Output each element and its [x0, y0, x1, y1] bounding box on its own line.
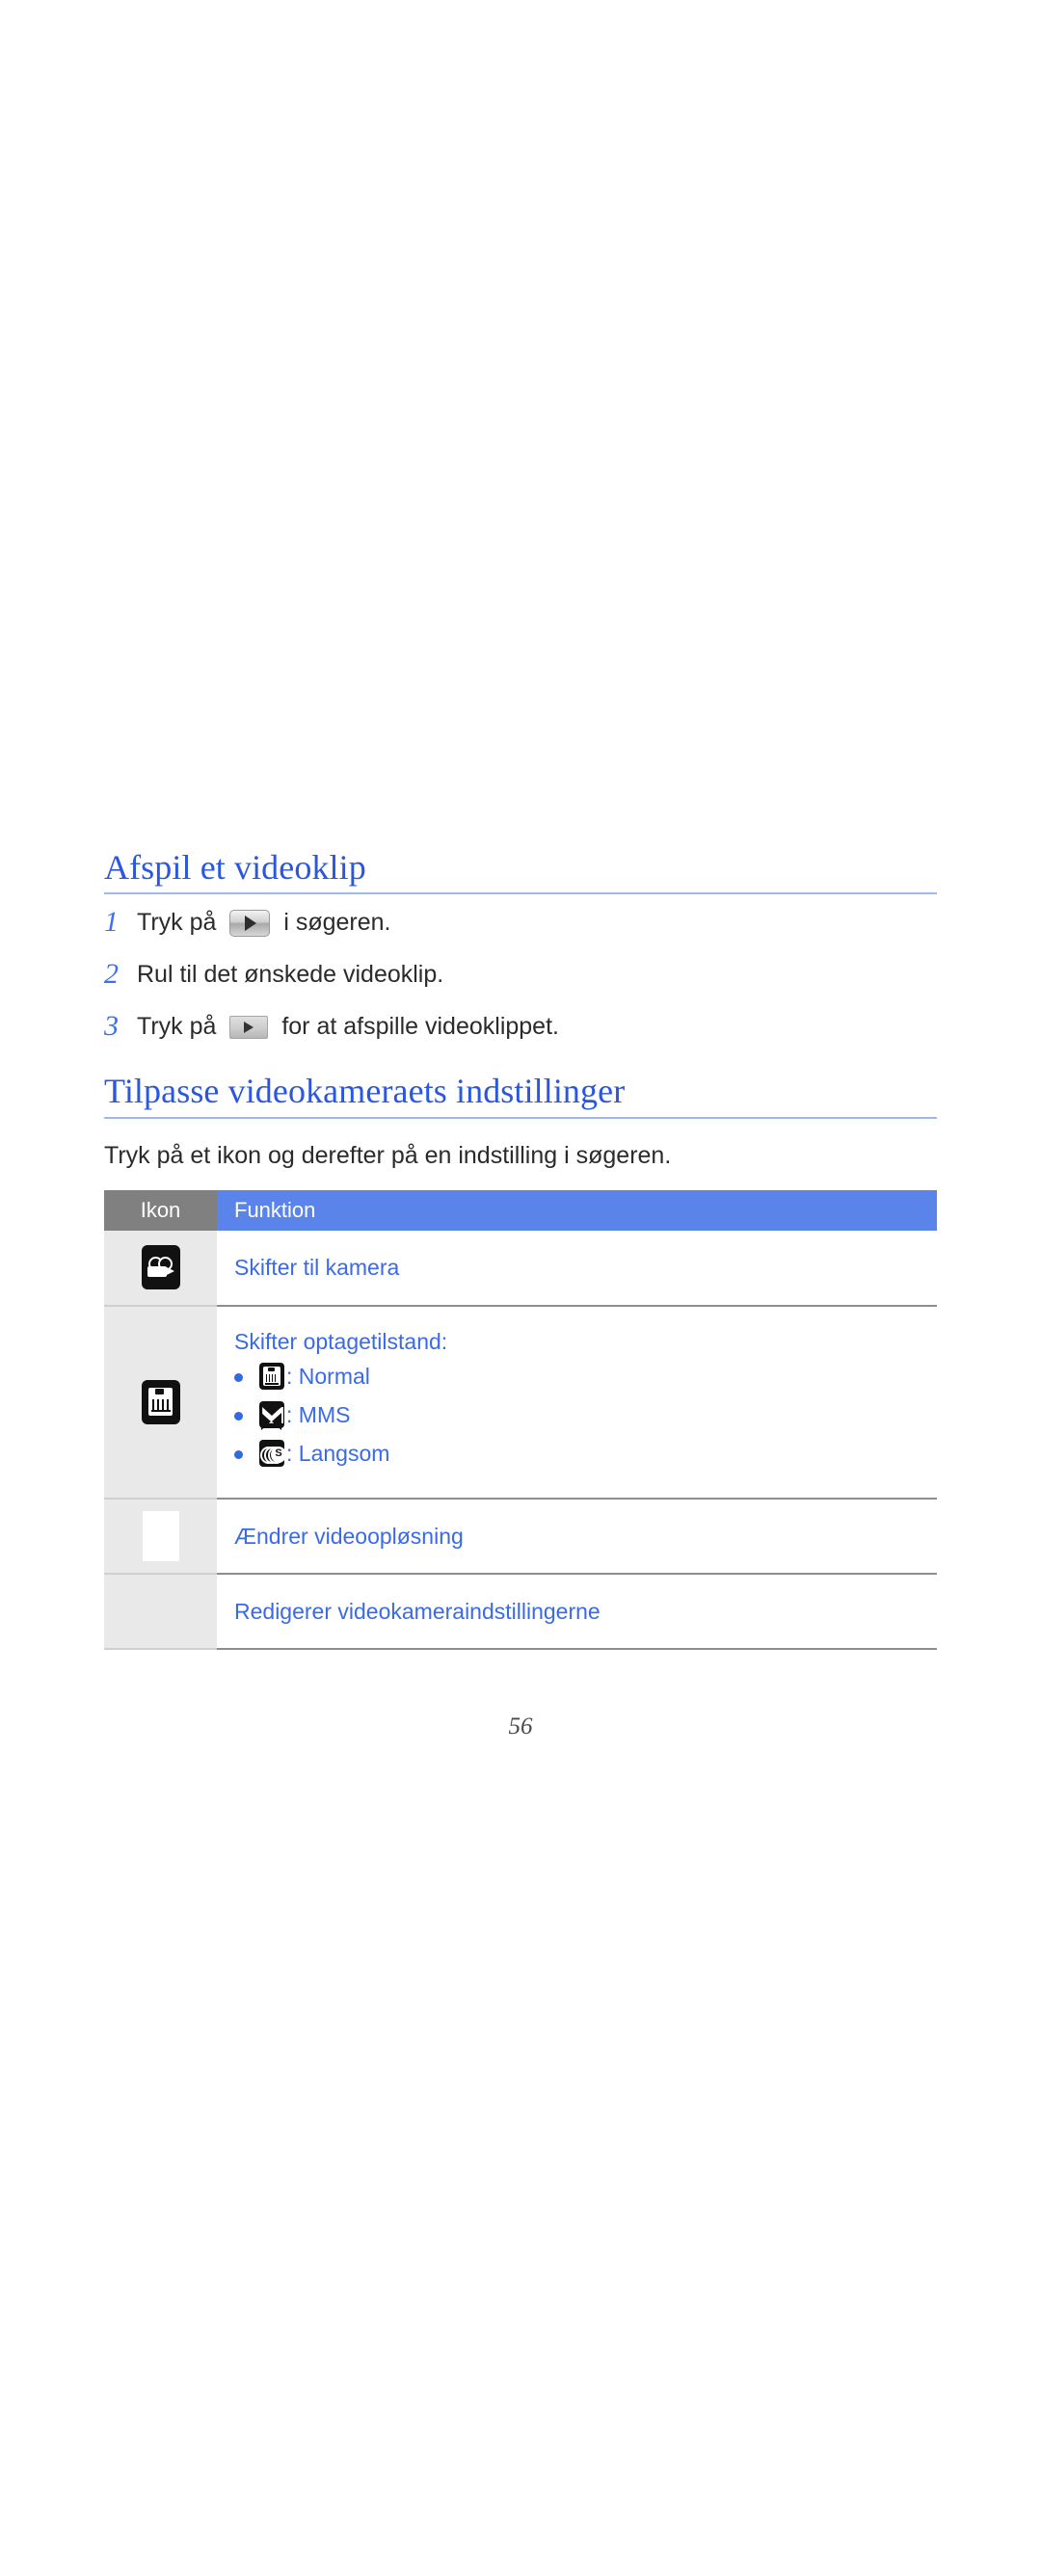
table-row: Redigerer videokameraindstillingerne — [104, 1573, 937, 1650]
bullet-label: : Normal — [286, 1363, 370, 1389]
bullet-label: : MMS — [286, 1401, 351, 1427]
list-item: 3 Tryk på for at afspille videoklippet. — [104, 1012, 937, 1045]
page-title: Tilpasse videokameraets indstillinger — [104, 1072, 626, 1111]
function-cell: Skifter optagetilstand: : Normal: MMS S… — [217, 1305, 937, 1500]
function-text: Ændrer videoopløsning — [234, 1523, 464, 1549]
table-row: Skifter optagetilstand: : Normal: MMS S… — [104, 1305, 937, 1500]
step-text: Tryk på for at afspille videoklippet. — [137, 1012, 559, 1042]
icon-function-table: Ikon Funktion Skifter til kamera Skifter… — [104, 1189, 937, 1650]
play-button-icon — [229, 909, 271, 937]
recording-mode-icon — [141, 1379, 180, 1424]
step-text-after: for at afspille videoklippet. — [275, 1013, 559, 1041]
step-text-before: Tryk på — [137, 909, 224, 937]
function-cell: Redigerer videokameraindstillingerne — [217, 1573, 937, 1650]
list-item: : Normal — [234, 1362, 920, 1391]
settings-icon — [143, 1586, 179, 1636]
play-button-icon — [229, 1015, 269, 1039]
bullet-icon — [234, 1439, 259, 1468]
normal-mode-icon — [259, 1362, 284, 1390]
step-number: 2 — [104, 958, 119, 991]
step-text: Rul til det ønskede videoklip. — [137, 960, 443, 990]
function-text: Redigerer videokameraindstillingerne — [234, 1598, 601, 1624]
step-text-before: Rul til det ønskede videoklip. — [137, 961, 444, 989]
list-item: S : Langsom — [234, 1439, 920, 1468]
function-text: Skifter optagetilstand: — [234, 1328, 448, 1354]
manual-page: Afspil et videoklip 1 Tryk på i søgeren.… — [0, 0, 1041, 2576]
intro-text: Tryk på et ikon og derefter på en indsti… — [104, 1141, 672, 1169]
mms-mode-icon — [259, 1400, 284, 1430]
table-row: Ændrer videoopløsning — [104, 1498, 937, 1575]
bullet-icon — [234, 1362, 259, 1391]
step-text-before: Tryk på — [137, 1013, 224, 1041]
icon-cell — [104, 1230, 217, 1307]
mode-bullet-list: : Normal : MMS S: Langsom — [234, 1362, 920, 1468]
bullet-label: : Langsom — [286, 1440, 390, 1466]
step-number: 1 — [104, 906, 119, 939]
slow-mode-icon: S — [259, 1439, 286, 1467]
icon-cell — [104, 1573, 217, 1650]
camcorder-icon — [141, 1245, 180, 1290]
page-number: 56 — [508, 1713, 533, 1739]
column-header-icon: Ikon — [104, 1189, 217, 1231]
table-row: Skifter til kamera — [104, 1230, 937, 1307]
table-header-row: Ikon Funktion — [104, 1189, 937, 1231]
heading-divider — [104, 892, 937, 895]
page-content: Afspil et videoklip 1 Tryk på i søgeren.… — [104, 848, 937, 1650]
function-text: Skifter til kamera — [234, 1255, 400, 1281]
list-item: : MMS — [234, 1400, 920, 1430]
list-item: 1 Tryk på i søgeren. — [104, 908, 937, 941]
page-title: Afspil et videoklip — [104, 848, 366, 887]
icon-cell — [104, 1305, 217, 1500]
step-number: 3 — [104, 1010, 119, 1043]
column-header-function: Funktion — [217, 1189, 937, 1231]
step-text-after: i søgeren. — [277, 909, 391, 937]
list-item: 2 Rul til det ønskede videoklip. — [104, 960, 937, 993]
numbered-step-list: 1 Tryk på i søgeren. 2 Rul til det ønske… — [104, 908, 937, 1045]
bullet-icon — [234, 1400, 259, 1429]
icon-cell — [104, 1498, 217, 1575]
heading-divider — [104, 1116, 937, 1119]
step-text: Tryk på i søgeren. — [137, 908, 390, 938]
function-cell: Skifter til kamera — [217, 1230, 937, 1307]
function-cell: Ændrer videoopløsning — [217, 1498, 937, 1575]
video-resolution-icon — [142, 1510, 179, 1561]
